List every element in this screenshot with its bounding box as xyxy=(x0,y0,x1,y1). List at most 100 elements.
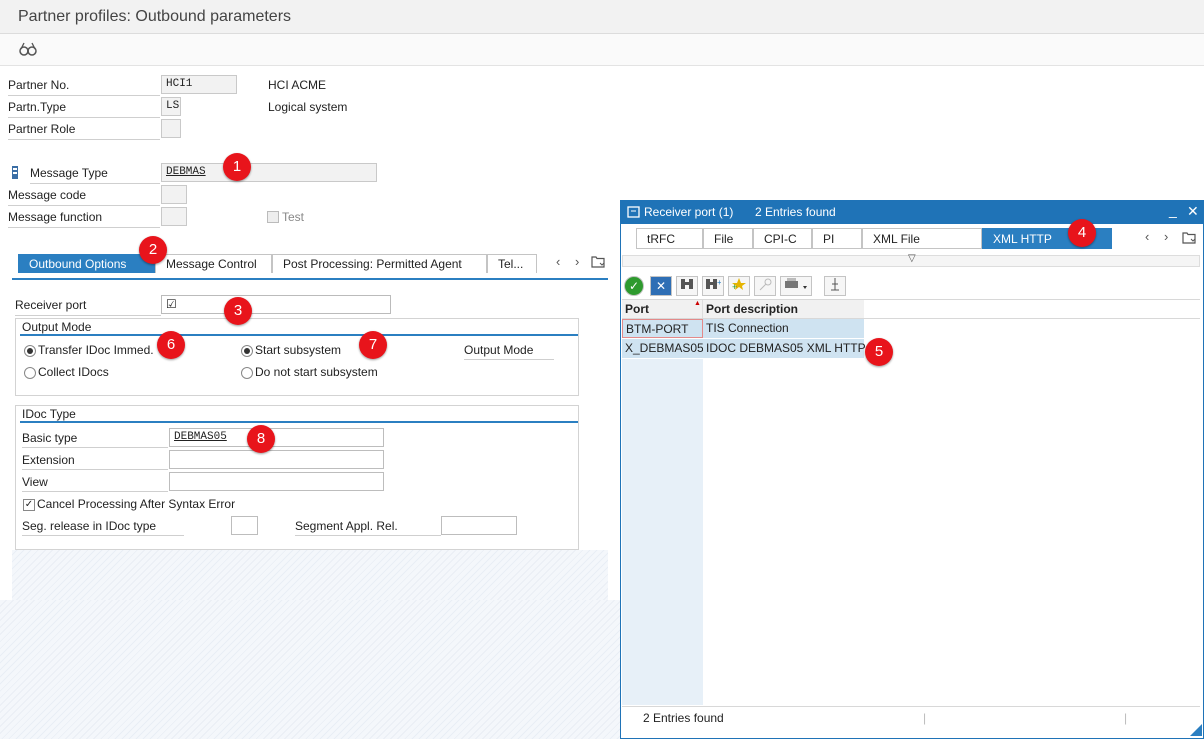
print-icon[interactable] xyxy=(780,276,812,296)
ptab-pi[interactable]: PI xyxy=(812,228,862,249)
segment-appl-field[interactable] xyxy=(441,516,517,535)
minimize-icon[interactable]: _ xyxy=(1169,202,1177,218)
col-header-port-description[interactable]: Port description xyxy=(703,300,864,319)
ptab-file[interactable]: File xyxy=(703,228,753,249)
partner-no-label: Partner No. xyxy=(8,78,160,96)
output-mode-title-bar: Output Mode xyxy=(20,319,578,336)
segment-appl-label: Segment Appl. Rel. xyxy=(295,519,441,536)
tab-outbound-options[interactable]: Outbound Options xyxy=(18,254,155,273)
cancel-processing-label: Cancel Processing After Syntax Error xyxy=(37,497,236,511)
table-row-0-port[interactable]: BTM-PORT xyxy=(622,319,703,338)
background-hatch xyxy=(0,600,620,739)
status-line xyxy=(622,706,1200,707)
test-label: Test xyxy=(282,210,305,224)
dialog-header: Receiver port (1) 2 Entries found _ ✕ xyxy=(621,201,1203,224)
status-text: 2 Entries found xyxy=(643,711,724,725)
dialog-title: Receiver port (1) xyxy=(644,205,734,219)
svg-text:+: + xyxy=(717,278,721,287)
dialog-icon xyxy=(627,205,641,219)
dialog-entries-count: 2 Entries found xyxy=(755,205,836,219)
receiver-port-f4-icon[interactable]: ☑ xyxy=(166,297,177,311)
transfer-idoc-radio[interactable] xyxy=(24,345,36,357)
partner-no-desc: HCI ACME xyxy=(268,78,327,92)
partner-role-field[interactable] xyxy=(161,119,181,138)
do-not-start-label: Do not start subsystem xyxy=(255,365,378,379)
do-not-start-radio[interactable] xyxy=(241,367,253,379)
title-bar: Partner profiles: Outbound parameters xyxy=(0,0,1204,34)
receiver-port-label: Receiver port xyxy=(15,298,161,316)
annotation-badge-7: 7 xyxy=(359,331,387,359)
extension-field[interactable] xyxy=(169,450,384,469)
table-row-1-desc[interactable]: IDOC DEBMAS05 XML HTTP xyxy=(703,339,866,358)
annotation-badge-8: 8 xyxy=(247,425,275,453)
output-mode-title: Output Mode xyxy=(22,320,92,334)
start-subsystem-radio[interactable] xyxy=(241,345,253,357)
message-function-label: Message function xyxy=(8,210,160,228)
collapse-triangle-icon[interactable]: ▽ xyxy=(908,253,916,264)
receiver-port-field[interactable]: ☑ xyxy=(161,295,391,314)
idoc-type-group: IDoc Type Basic type DEBMAS05 Extension … xyxy=(15,405,579,550)
ptab-cpic[interactable]: CPI-C xyxy=(753,228,812,249)
ptab-chevron-right-icon[interactable]: › xyxy=(1164,229,1168,244)
port-column-empty xyxy=(622,359,703,705)
partn-type-field[interactable]: LS xyxy=(161,97,181,116)
find-icon[interactable] xyxy=(676,276,698,296)
ptab-chevron-left-icon[interactable]: ‹ xyxy=(1145,229,1149,244)
message-type-icon xyxy=(10,165,20,180)
ptab-xml-file[interactable]: XML File xyxy=(862,228,982,249)
table-row-0-desc[interactable]: TIS Connection xyxy=(703,319,864,338)
message-code-field[interactable] xyxy=(161,185,187,204)
resize-handle-icon[interactable] xyxy=(1190,724,1202,736)
sort-asc-icon: ▲ xyxy=(694,300,701,307)
transfer-idoc-label: Transfer IDoc Immed. xyxy=(38,343,154,357)
close-icon[interactable]: ✕ xyxy=(1187,203,1199,220)
toolbar xyxy=(0,34,1204,66)
ptab-list-icon[interactable] xyxy=(1182,231,1196,244)
chevron-right-icon[interactable]: › xyxy=(575,254,579,269)
annotation-badge-1: 1 xyxy=(223,153,251,181)
col-header-port[interactable]: Port xyxy=(622,300,703,319)
view-label: View xyxy=(22,475,168,492)
column-settings-icon[interactable] xyxy=(824,276,846,296)
cancel-processing-checkbox[interactable]: ✓ xyxy=(23,499,35,511)
output-mode-group: Output Mode Transfer IDoc Immed. Collect… xyxy=(15,318,579,396)
output-mode-label: Output Mode xyxy=(464,343,554,360)
message-function-field[interactable] xyxy=(161,207,187,226)
tab-list-icon[interactable] xyxy=(591,255,605,268)
annotation-badge-6: 6 xyxy=(157,331,185,359)
seg-release-field[interactable] xyxy=(231,516,258,535)
message-type-field[interactable]: DEBMAS xyxy=(161,163,377,182)
idoc-type-title-bar: IDoc Type xyxy=(20,406,578,423)
tab-post-processing[interactable]: Post Processing: Permitted Agent xyxy=(272,254,487,273)
start-subsystem-label: Start subsystem xyxy=(255,343,342,357)
collect-idocs-radio[interactable] xyxy=(24,367,36,379)
status-divider-1: | xyxy=(923,711,927,725)
test-checkbox[interactable] xyxy=(267,211,279,223)
partner-role-label: Partner Role xyxy=(8,122,160,140)
ptab-trfc[interactable]: tRFC xyxy=(636,228,703,249)
partn-type-label: Partn.Type xyxy=(8,100,160,118)
annotation-badge-5: 5 xyxy=(865,338,893,366)
add-favorite-icon[interactable]: + xyxy=(728,276,750,296)
view-field[interactable] xyxy=(169,472,384,491)
annotation-badge-2: 2 xyxy=(139,236,167,264)
message-type-label: Message Type xyxy=(30,166,160,184)
find-next-icon[interactable]: + xyxy=(702,276,724,296)
annotation-badge-3: 3 xyxy=(224,297,252,325)
key-icon xyxy=(754,276,776,296)
check-icon[interactable]: ✓ xyxy=(624,276,644,296)
tab-tel[interactable]: Tel... xyxy=(487,254,537,273)
partn-type-desc: Logical system xyxy=(268,100,348,114)
partner-no-field[interactable]: HCI1 xyxy=(161,75,237,94)
idoc-type-title: IDoc Type xyxy=(22,407,76,421)
basic-type-field[interactable]: DEBMAS05 xyxy=(169,428,384,447)
glasses-icon[interactable] xyxy=(18,40,38,58)
extension-label: Extension xyxy=(22,453,168,470)
table-row-1-port[interactable]: X_DEBMAS05 xyxy=(622,339,704,358)
collapse-bar[interactable]: ▽ xyxy=(622,253,1200,267)
message-code-label: Message code xyxy=(8,188,160,206)
cancel-icon[interactable]: ✕ xyxy=(650,276,672,296)
svg-text:+: + xyxy=(732,282,737,291)
tab-message-control[interactable]: Message Control xyxy=(155,254,272,273)
chevron-left-icon[interactable]: ‹ xyxy=(556,254,560,269)
